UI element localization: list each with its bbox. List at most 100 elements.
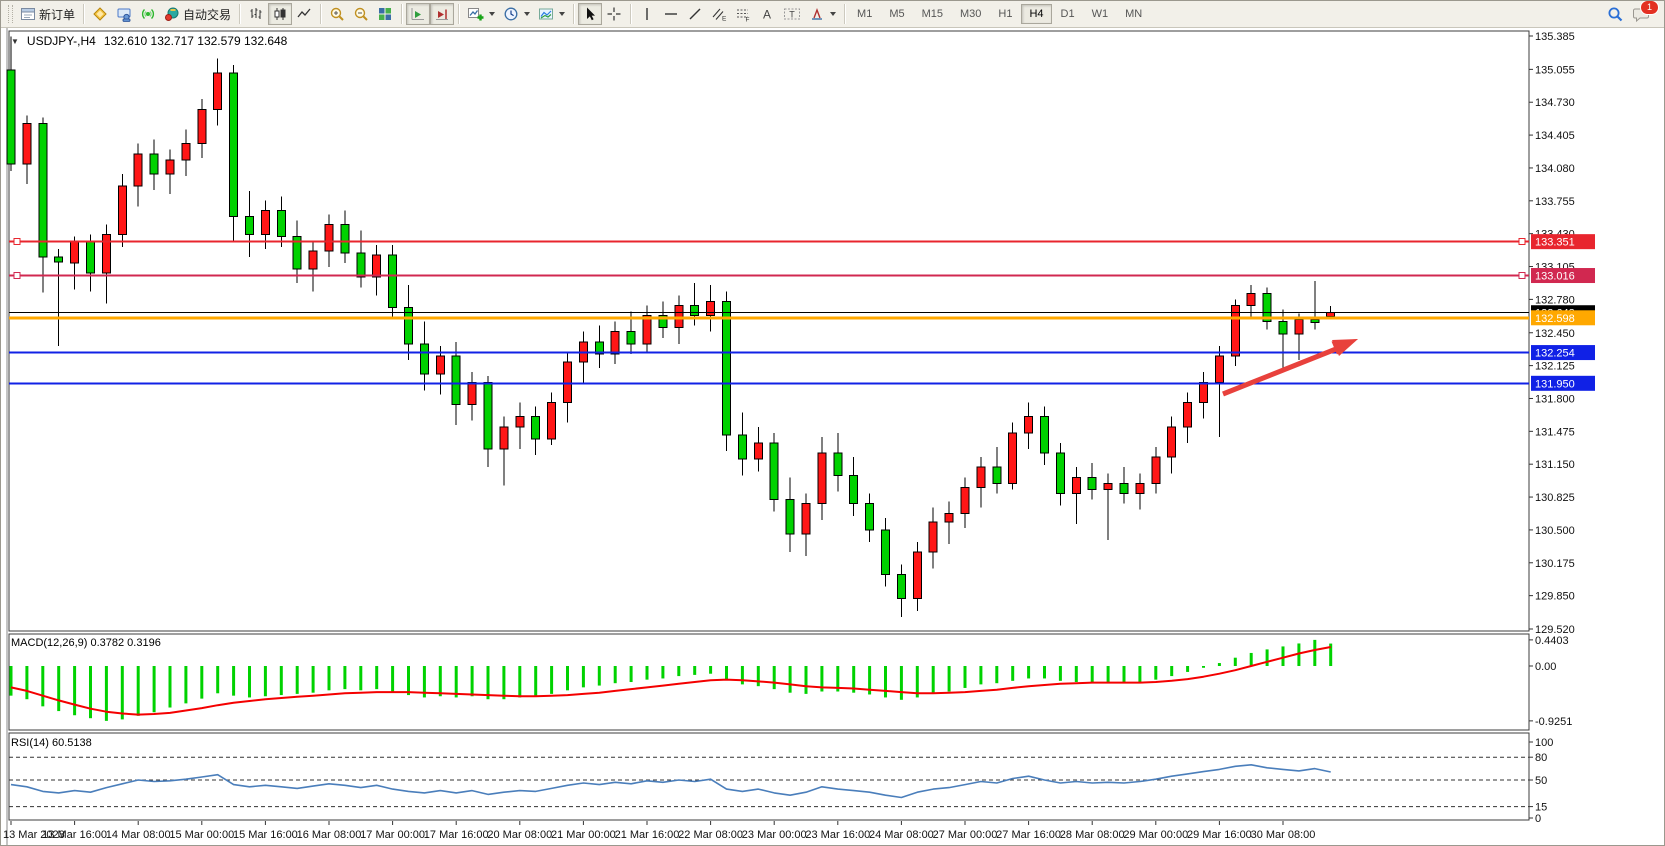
text-button[interactable]: A bbox=[755, 3, 779, 25]
price-chart-canvas[interactable]: 135.385135.055134.730134.405134.080133.7… bbox=[1, 28, 1665, 846]
timeframe-button-d1[interactable]: D1 bbox=[1053, 4, 1083, 24]
svg-text:17 Mar 00:00: 17 Mar 00:00 bbox=[360, 829, 425, 841]
toolbar-separator bbox=[573, 4, 574, 24]
autotrading-icon bbox=[164, 6, 180, 22]
fibonacci-button[interactable]: F bbox=[731, 3, 755, 25]
zoom-out-button[interactable] bbox=[349, 3, 373, 25]
new-order-label: 新订单 bbox=[39, 6, 75, 23]
svg-text:134.080: 134.080 bbox=[1535, 163, 1575, 175]
timeframe-button-m1[interactable]: M1 bbox=[849, 4, 880, 24]
svg-text:132.780: 132.780 bbox=[1535, 294, 1575, 306]
notifications-button[interactable]: 1 bbox=[1628, 3, 1654, 25]
templates-icon bbox=[538, 6, 554, 22]
zoom-in-icon bbox=[329, 6, 345, 22]
metaeditor-button[interactable] bbox=[88, 3, 112, 25]
dropdown-caret bbox=[830, 12, 836, 16]
candlestick-chart-button[interactable] bbox=[268, 3, 292, 25]
candlestick-chart-icon bbox=[272, 6, 288, 22]
search-button[interactable] bbox=[1603, 3, 1628, 25]
main-toolbar: 新订单 自动交易 bbox=[1, 1, 1664, 28]
notification-badge: 1 bbox=[1640, 0, 1659, 15]
svg-text:21 Mar 16:00: 21 Mar 16:00 bbox=[615, 829, 680, 841]
svg-text:100: 100 bbox=[1535, 737, 1553, 749]
vertical-line-button[interactable] bbox=[635, 3, 659, 25]
cursor-icon bbox=[582, 6, 598, 22]
chart-shift-icon bbox=[434, 6, 450, 22]
timeframe-button-h1[interactable]: H1 bbox=[990, 4, 1020, 24]
svg-text:135.385: 135.385 bbox=[1535, 31, 1575, 43]
crosshair-icon bbox=[606, 6, 622, 22]
svg-text:14 Mar 08:00: 14 Mar 08:00 bbox=[106, 829, 171, 841]
toolbar-separator bbox=[458, 4, 459, 24]
toolbar-grip[interactable] bbox=[8, 5, 13, 23]
trendline-icon bbox=[687, 6, 703, 22]
horizontal-line-button[interactable] bbox=[659, 3, 683, 25]
new-order-button[interactable]: 新订单 bbox=[16, 3, 79, 25]
svg-text:0.00: 0.00 bbox=[1535, 661, 1556, 673]
periods-button[interactable] bbox=[499, 3, 534, 25]
equidistant-channel-button[interactable]: E bbox=[707, 3, 731, 25]
timeframe-button-w1[interactable]: W1 bbox=[1084, 4, 1117, 24]
timeframe-button-m5[interactable]: M5 bbox=[881, 4, 912, 24]
text-label-button[interactable]: T bbox=[779, 3, 805, 25]
arrow-objects-icon bbox=[809, 6, 825, 22]
indicators-button[interactable] bbox=[463, 3, 499, 25]
svg-text:-0.9251: -0.9251 bbox=[1535, 716, 1572, 728]
autotrading-button[interactable]: 自动交易 bbox=[160, 3, 235, 25]
cursor-button[interactable] bbox=[578, 3, 602, 25]
fibonacci-icon: F bbox=[735, 6, 751, 22]
svg-text:134.730: 134.730 bbox=[1535, 97, 1575, 109]
tile-windows-icon bbox=[377, 6, 393, 22]
svg-text:A: A bbox=[763, 8, 771, 22]
line-chart-icon bbox=[296, 6, 312, 22]
svg-text:130.825: 130.825 bbox=[1535, 492, 1575, 504]
svg-text:17 Mar 16:00: 17 Mar 16:00 bbox=[424, 829, 489, 841]
svg-text:133.755: 133.755 bbox=[1535, 196, 1575, 208]
svg-text:80: 80 bbox=[1535, 752, 1547, 764]
svg-text:15 Mar 16:00: 15 Mar 16:00 bbox=[233, 829, 298, 841]
bar-chart-icon bbox=[248, 6, 264, 22]
zoom-in-button[interactable] bbox=[325, 3, 349, 25]
new-order-icon bbox=[20, 6, 36, 22]
dropdown-caret bbox=[559, 12, 565, 16]
chart-window: 135.385135.055134.730134.405134.080133.7… bbox=[1, 28, 1664, 845]
svg-text:132.254: 132.254 bbox=[1535, 348, 1575, 360]
auto-scroll-icon bbox=[410, 6, 426, 22]
indicators-icon bbox=[467, 6, 484, 22]
market-person-icon bbox=[116, 6, 132, 22]
auto-scroll-button[interactable] bbox=[406, 3, 430, 25]
trendline-button[interactable] bbox=[683, 3, 707, 25]
timeframe-button-m15[interactable]: M15 bbox=[914, 4, 951, 24]
svg-text:28 Mar 08:00: 28 Mar 08:00 bbox=[1060, 829, 1125, 841]
arrows-button[interactable] bbox=[805, 3, 840, 25]
timeframe-button-m30[interactable]: M30 bbox=[952, 4, 989, 24]
svg-text:132.125: 132.125 bbox=[1535, 361, 1575, 373]
svg-text:131.475: 131.475 bbox=[1535, 426, 1575, 438]
market-button[interactable] bbox=[112, 3, 136, 25]
svg-text:131.950: 131.950 bbox=[1535, 378, 1575, 390]
horizontal-line-icon bbox=[663, 6, 679, 22]
templates-button[interactable] bbox=[534, 3, 569, 25]
timeframe-button-mn[interactable]: MN bbox=[1117, 4, 1150, 24]
toolbar-separator bbox=[844, 4, 845, 24]
timeframe-bar: M1M5M15M30H1H4D1W1MN bbox=[849, 4, 1150, 24]
svg-text:0.4403: 0.4403 bbox=[1535, 635, 1569, 647]
svg-text:130.500: 130.500 bbox=[1535, 525, 1575, 537]
svg-text:132.450: 132.450 bbox=[1535, 328, 1575, 340]
tile-windows-button[interactable] bbox=[373, 3, 397, 25]
ohlc-readout: 132.610 132.717 132.579 132.648 bbox=[104, 34, 288, 48]
line-chart-button[interactable] bbox=[292, 3, 316, 25]
crosshair-button[interactable] bbox=[602, 3, 626, 25]
signals-button[interactable] bbox=[136, 3, 160, 25]
svg-text:21 Mar 00:00: 21 Mar 00:00 bbox=[551, 829, 616, 841]
chart-shift-button[interactable] bbox=[430, 3, 454, 25]
svg-text:23 Mar 16:00: 23 Mar 16:00 bbox=[805, 829, 870, 841]
rsi-indicator-label: RSI(14) 60.5138 bbox=[11, 737, 92, 749]
bar-chart-button[interactable] bbox=[244, 3, 268, 25]
svg-text:F: F bbox=[746, 17, 750, 23]
timeframe-button-h4[interactable]: H4 bbox=[1021, 4, 1051, 24]
svg-text:T: T bbox=[789, 10, 795, 20]
zoom-out-icon bbox=[353, 6, 369, 22]
svg-text:20 Mar 08:00: 20 Mar 08:00 bbox=[487, 829, 552, 841]
symbol-dropdown-arrow[interactable]: ▼ bbox=[11, 37, 19, 46]
